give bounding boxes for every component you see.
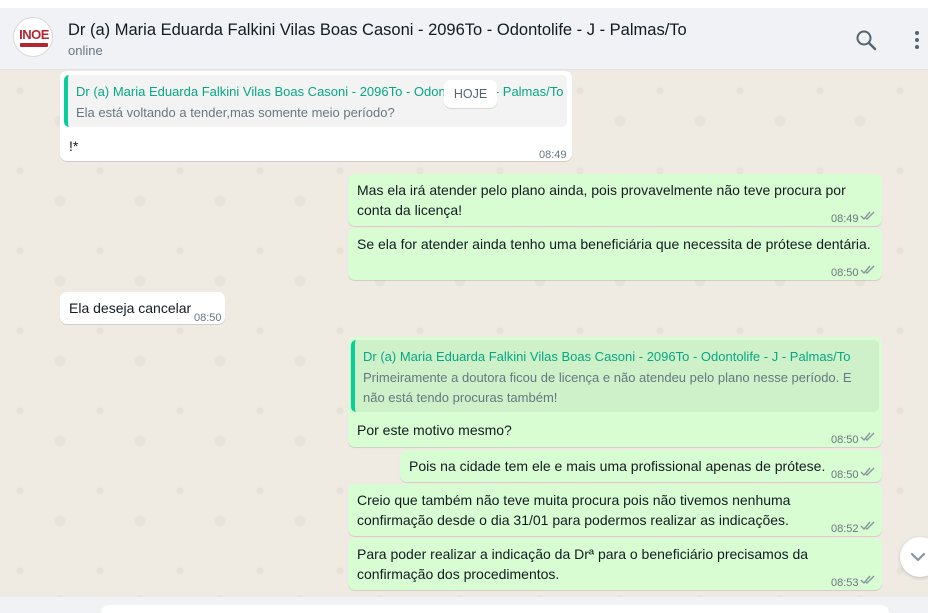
- outgoing-message[interactable]: Creio que também não teve muita procura …: [348, 484, 882, 536]
- read-ticks-icon: [860, 432, 875, 442]
- quoted-message[interactable]: Dr (a) Maria Eduarda Falkini Vilas Boas …: [351, 340, 879, 412]
- top-strip: [0, 0, 928, 8]
- message-time: 08:49: [831, 213, 859, 225]
- message-text-line-1: Mas ela irá atender pelo plano ainda, po…: [357, 182, 846, 198]
- chevron-down-icon: [910, 552, 926, 562]
- message-text-line-2: conta da licença!: [357, 202, 463, 218]
- message-time: 08:53: [831, 577, 859, 589]
- message-time: 08:49: [539, 149, 567, 161]
- outgoing-message[interactable]: Para poder realizar a indicação da Drª p…: [348, 538, 882, 590]
- message-input[interactable]: [101, 605, 889, 613]
- outgoing-message[interactable]: Pois na cidade tem ele e mais uma profis…: [400, 450, 882, 482]
- compose-bar: [0, 597, 928, 613]
- message-text: !*: [69, 138, 79, 154]
- search-icon[interactable]: [854, 28, 878, 52]
- outgoing-message[interactable]: Se ela for atender ainda tenho uma benef…: [348, 228, 882, 280]
- quoted-text: Ela está voltando a tender,mas somente m…: [76, 105, 395, 120]
- outgoing-message[interactable]: Mas ela irá atender pelo plano ainda, po…: [348, 174, 882, 226]
- date-separator: HOJE: [444, 80, 497, 108]
- message-time: 08:50: [831, 434, 859, 446]
- scroll-to-bottom-button[interactable]: [900, 537, 928, 577]
- read-ticks-icon: [860, 575, 875, 585]
- message-time: 08:50: [194, 312, 222, 324]
- incoming-message[interactable]: Ela deseja cancelar 08:50: [60, 292, 225, 324]
- message-text-line-1: Para poder realizar a indicação da Drª p…: [357, 546, 809, 562]
- message-time: 08:52: [831, 523, 859, 535]
- quoted-sender: Dr (a) Maria Eduarda Falkini Vilas Boas …: [363, 349, 851, 364]
- outgoing-message[interactable]: Dr (a) Maria Eduarda Falkini Vilas Boas …: [348, 337, 882, 447]
- message-text: Se ela for atender ainda tenho uma benef…: [357, 236, 871, 252]
- avatar-logo-bar: [20, 43, 48, 47]
- read-ticks-icon: [860, 211, 875, 221]
- avatar-logo-text: INOE: [19, 27, 49, 42]
- quoted-text-line-1: Primeiramente a doutora ficou de licença…: [363, 370, 852, 385]
- message-time: 08:50: [831, 469, 859, 481]
- message-text-line-2: confirmação desde o dia 31/01 para poder…: [357, 512, 789, 528]
- avatar[interactable]: INOE: [13, 17, 53, 57]
- read-ticks-icon: [860, 265, 875, 275]
- message-time: 08:50: [831, 267, 859, 279]
- message-text-line-2: confirmação dos procedimentos.: [357, 566, 560, 582]
- message-text: Pois na cidade tem ele e mais uma profis…: [409, 458, 826, 474]
- menu-icon[interactable]: [905, 28, 928, 52]
- read-ticks-icon: [860, 521, 875, 531]
- contact-name[interactable]: Dr (a) Maria Eduarda Falkini Vilas Boas …: [68, 21, 687, 40]
- message-text-line-1: Creio que também não teve muita procura …: [357, 492, 791, 508]
- read-ticks-icon: [860, 467, 875, 477]
- message-text: Ela deseja cancelar: [69, 300, 192, 316]
- message-text: Por este motivo mesmo?: [357, 422, 512, 438]
- chat-header: INOE Dr (a) Maria Eduarda Falkini Vilas …: [0, 0, 928, 70]
- contact-status: online: [68, 43, 103, 58]
- message-list[interactable]: Dr (a) Maria Eduarda Falkini Vilas Boas …: [0, 71, 928, 597]
- quoted-text-line-2: não está tendo procuras também!: [363, 390, 558, 405]
